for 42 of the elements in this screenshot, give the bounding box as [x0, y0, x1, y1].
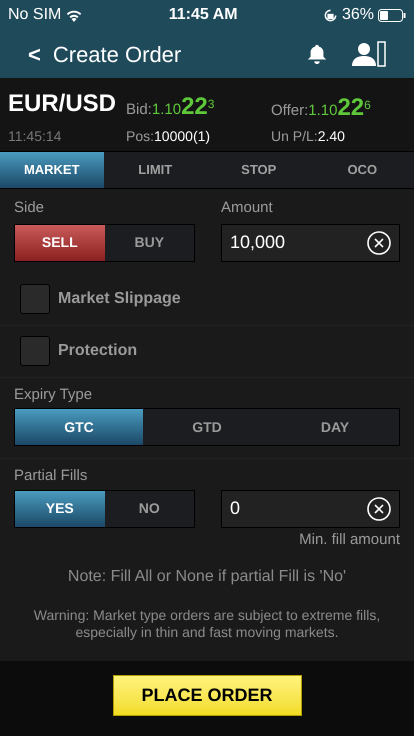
carrier-text: No SIM [8, 5, 62, 25]
segment-option[interactable]: GTD [143, 409, 271, 445]
input-field[interactable]: 10,000 [221, 224, 400, 262]
warning-text: Warning: Market type orders are subject to extreme fills, especially in thin and fast moving markets. [32, 607, 382, 641]
segment-option[interactable]: GTC [15, 409, 143, 445]
position-text: Pos:10000(1) [126, 127, 212, 146]
order-type-tab[interactable]: OCO [310, 152, 414, 188]
currency-pair: EUR/USD [8, 89, 118, 119]
min-fill-caption: Min. fill amount [299, 530, 400, 550]
order-type-tab[interactable]: MARKET [0, 152, 104, 188]
segment-option[interactable]: YES [15, 490, 104, 526]
segment-option[interactable]: DAY [271, 409, 399, 445]
battery-text: 36% [342, 5, 374, 25]
back-button[interactable]: < [28, 38, 41, 70]
segment-option[interactable]: NO [104, 490, 194, 526]
page-title: Create Order [52, 40, 182, 68]
segment-option[interactable]: SELL [15, 224, 104, 260]
note-text: Note: Fill All or None if partial Fill is 'No' [66, 567, 348, 587]
amount-label: Amount [221, 198, 274, 218]
checkbox-label: Protection [58, 341, 138, 361]
order-type-tab[interactable]: STOP [207, 152, 310, 188]
rotation-lock-icon [322, 8, 338, 22]
checkbox[interactable] [20, 336, 50, 366]
checkbox-label: Market Slippage [58, 289, 181, 309]
expiry-label: Expiry Type [14, 384, 94, 404]
account-icon[interactable] [352, 41, 386, 67]
input-field[interactable]: 0 [221, 490, 400, 528]
partial-fills-label: Partial Fills [14, 466, 88, 486]
side-label: Side [14, 198, 46, 218]
quote-time: 11:45:14 [8, 127, 62, 146]
order-type-tab[interactable]: LIMIT [104, 152, 207, 188]
clear-icon[interactable] [367, 230, 391, 254]
battery-icon [378, 8, 406, 22]
clear-icon[interactable] [367, 496, 391, 520]
offer-price: Offer:1.1022$^{6}$ [271, 96, 371, 122]
clock-text: 11:45 AM [168, 5, 238, 25]
wifi-icon [65, 8, 84, 22]
pnl-text: Un P/L:2.40 [271, 127, 345, 146]
segment-option[interactable]: BUY [104, 224, 194, 260]
place-order-button[interactable]: PLACE ORDER [112, 675, 302, 716]
checkbox[interactable] [20, 284, 50, 314]
bell-icon[interactable] [306, 43, 328, 65]
